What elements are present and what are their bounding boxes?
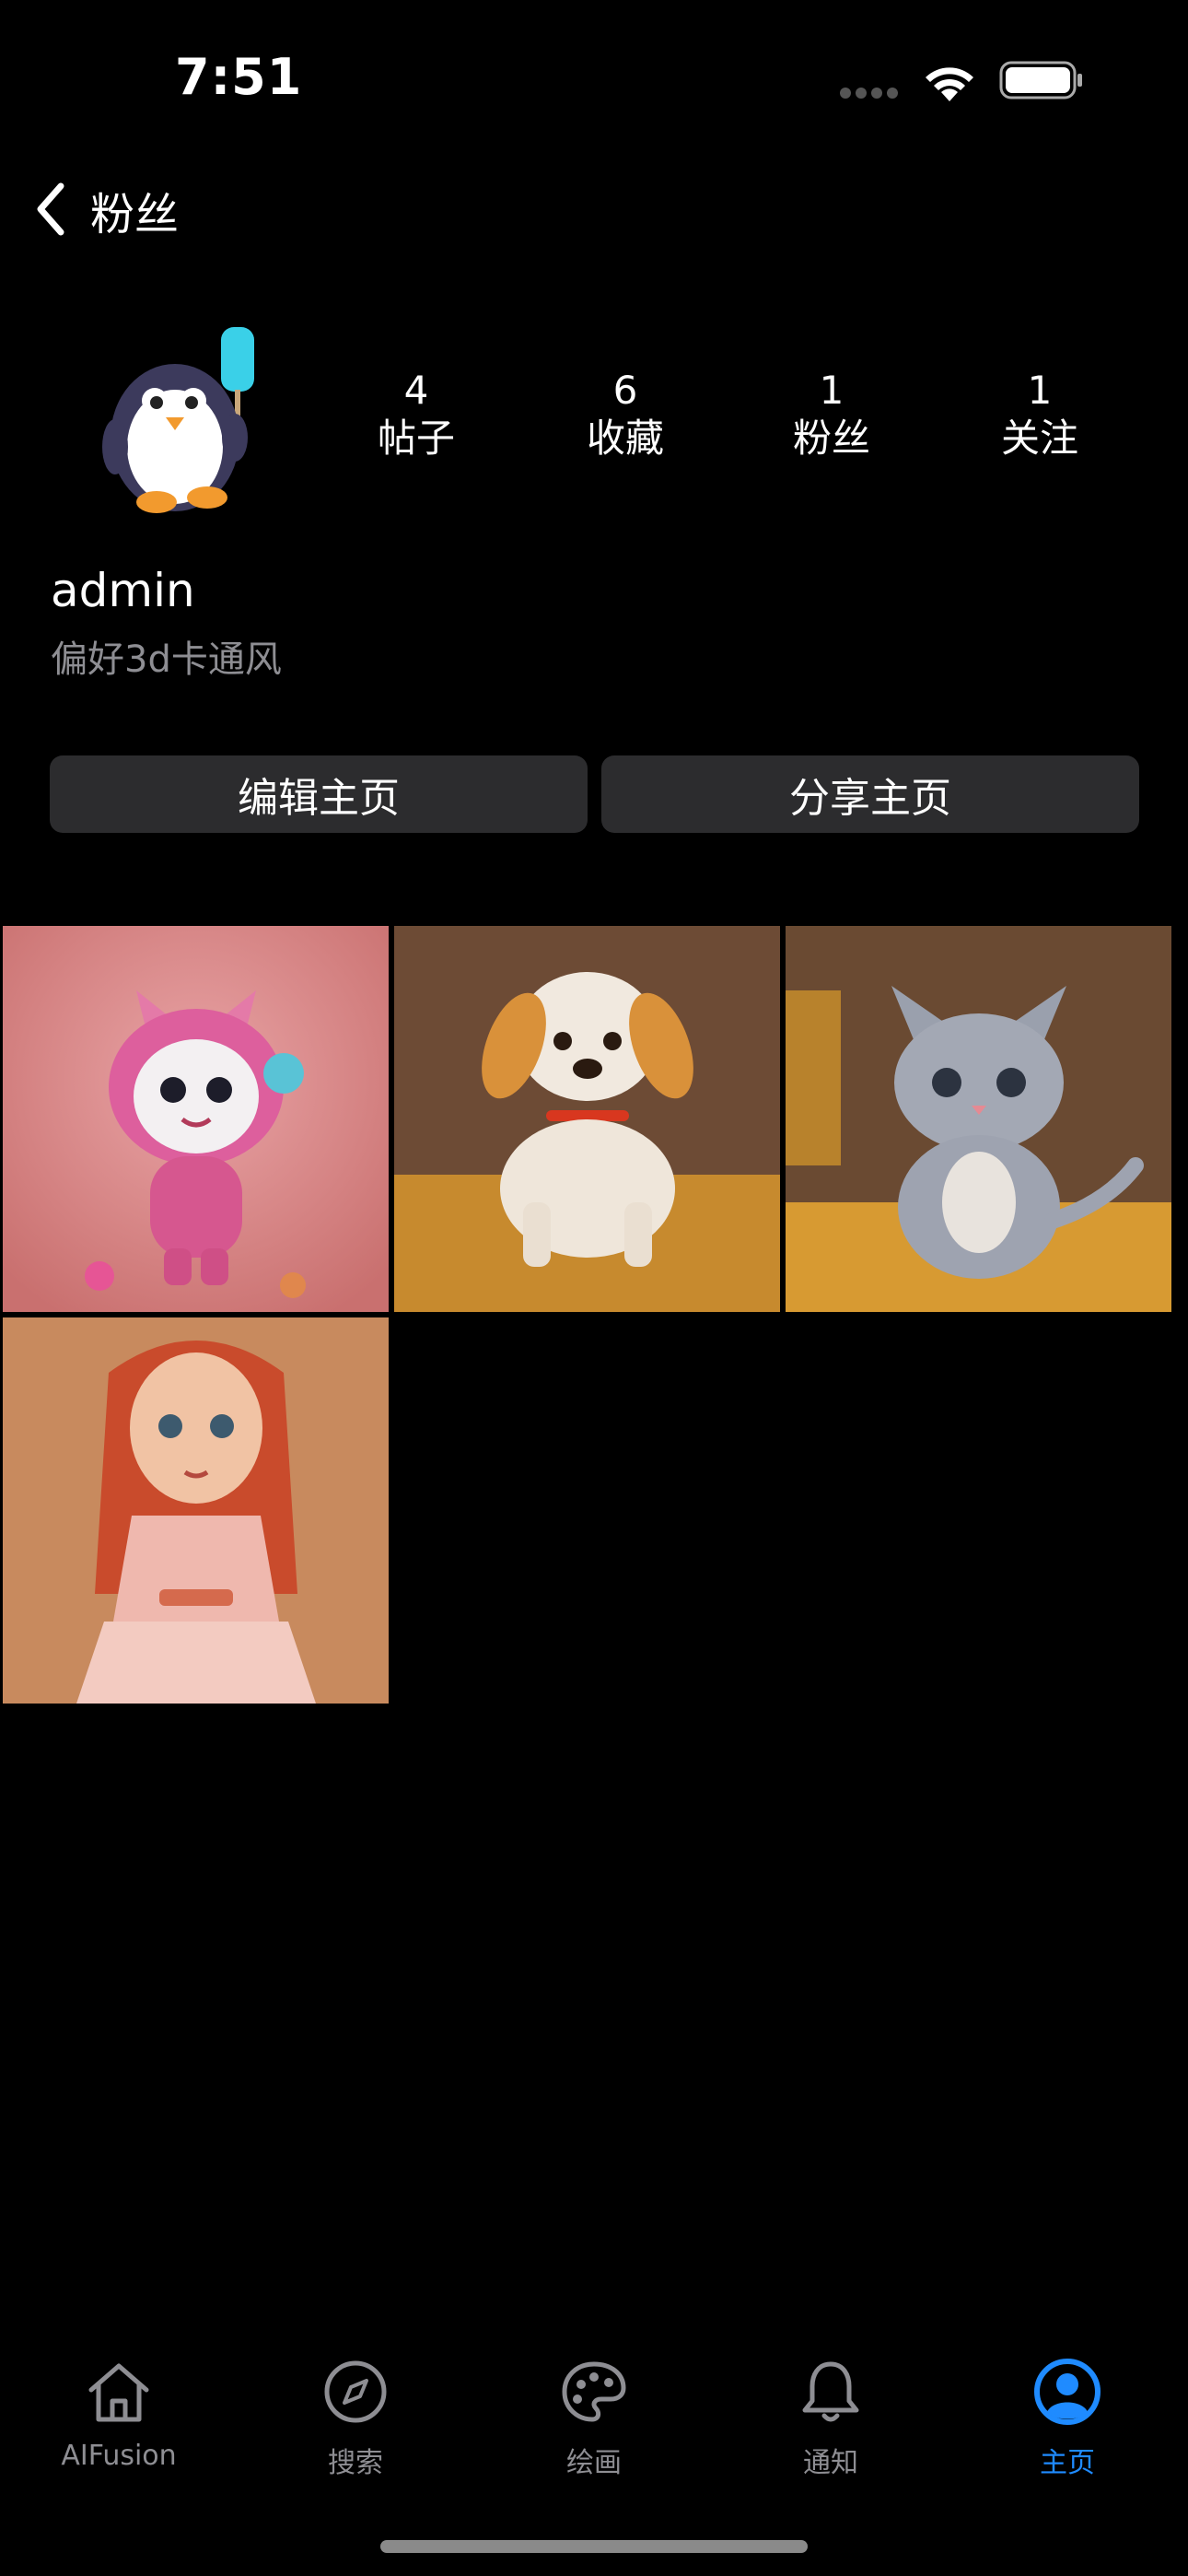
tab-label: 主页	[1040, 2447, 1095, 2479]
stat-value: 4	[403, 368, 429, 413]
username: admin	[51, 564, 195, 617]
tab-label: AIFusion	[61, 2440, 177, 2472]
stat-value: 1	[1027, 368, 1053, 413]
tab-home[interactable]: AIFusion	[27, 2355, 211, 2472]
tab-label: 通知	[803, 2447, 858, 2479]
tab-label: 绘画	[566, 2447, 622, 2479]
girl-image	[3, 1317, 389, 1704]
stat-label: 帖子	[377, 416, 455, 461]
bio: 偏好3d卡通风	[51, 638, 282, 681]
bell-icon	[802, 2361, 859, 2422]
stat-label: 关注	[1000, 416, 1078, 461]
post-thumbnail-puppy[interactable]	[394, 926, 780, 1312]
share-profile-button[interactable]: 分享主页	[601, 755, 1139, 833]
home-indicator[interactable]	[380, 2540, 808, 2553]
tab-notifications[interactable]: 通知	[739, 2355, 923, 2480]
tab-draw[interactable]: 绘画	[502, 2355, 686, 2480]
stat-favorites[interactable]: 6 收藏	[542, 367, 708, 463]
palette-icon	[562, 2361, 626, 2422]
cellular-signal-icon	[840, 85, 906, 99]
back-chevron-icon[interactable]	[29, 175, 76, 243]
post-thumbnail-kitten[interactable]	[786, 926, 1171, 1312]
wifi-icon	[926, 67, 973, 101]
person-circle-icon	[1034, 2359, 1101, 2425]
post-thumbnail-girl[interactable]	[3, 1317, 389, 1704]
tab-label: 搜索	[328, 2447, 383, 2479]
stat-following[interactable]: 1 关注	[957, 367, 1123, 463]
compass-icon	[324, 2360, 387, 2423]
stat-label: 收藏	[586, 416, 664, 461]
home-icon	[88, 2363, 149, 2422]
stat-posts[interactable]: 4 帖子	[333, 367, 499, 463]
avatar[interactable]	[92, 309, 276, 525]
tab-profile[interactable]: 主页	[975, 2355, 1159, 2480]
stat-followers[interactable]: 1 粉丝	[749, 367, 914, 463]
kitten-image	[786, 926, 1171, 1312]
nav-title: 粉丝	[90, 189, 180, 240]
puppy-image	[394, 926, 780, 1312]
stat-value: 1	[819, 368, 844, 413]
tab-search[interactable]: 搜索	[263, 2355, 448, 2480]
status-time: 7:51	[175, 48, 303, 106]
edit-profile-button[interactable]: 编辑主页	[50, 755, 588, 833]
battery-icon	[999, 61, 1082, 100]
bunny-image	[3, 926, 389, 1312]
stat-label: 粉丝	[792, 416, 870, 461]
stat-value: 6	[612, 368, 638, 413]
post-thumbnail-bunny[interactable]	[3, 926, 389, 1312]
